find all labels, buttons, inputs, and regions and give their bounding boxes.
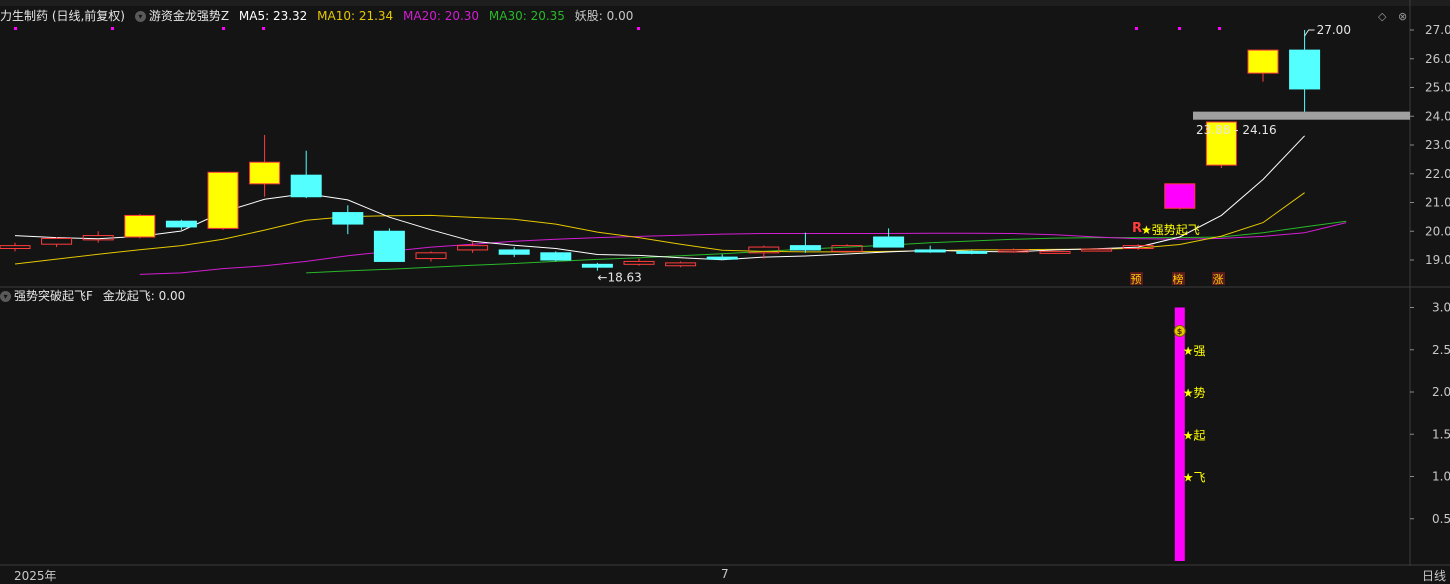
y-tick-label: 25.00 <box>1425 81 1450 95</box>
sub-y-tick-label: 0.5 <box>1432 512 1450 526</box>
marker-dot <box>1135 27 1138 30</box>
signal-text: ★强势起飞 <box>1141 223 1200 237</box>
candle-body <box>1081 248 1113 252</box>
sub-y-tick-label: 1.5 <box>1432 427 1450 441</box>
candle-body <box>1164 183 1196 209</box>
y-tick-label: 20.00 <box>1425 224 1450 238</box>
y-tick-label: 22.00 <box>1425 167 1450 181</box>
y-tick-label: 26.00 <box>1425 52 1450 66</box>
period-label: 日线 <box>1421 569 1446 583</box>
y-tick-label: 21.00 <box>1425 196 1450 210</box>
sub-y-tick-label: 3.0 <box>1432 301 1450 315</box>
sub-y-tick-label: 2.5 <box>1432 343 1450 357</box>
candle-body <box>457 245 489 251</box>
marker-dot <box>111 27 114 30</box>
y-tick-label: 23.00 <box>1425 138 1450 152</box>
marker-dot <box>14 27 17 30</box>
sub-star-label: ★强 <box>1183 344 1206 358</box>
sub-star-label: ★飞 <box>1183 471 1206 485</box>
y-tick-label: 24.00 <box>1425 109 1450 123</box>
candle-body <box>415 252 447 260</box>
y-tick-label: 19.00 <box>1425 253 1450 267</box>
marker-dot <box>1218 27 1221 30</box>
candle-body <box>665 262 697 267</box>
high-price-label: 27.00 <box>1317 23 1351 37</box>
tag-label: 涨 <box>1213 273 1224 286</box>
candle-body <box>789 245 821 251</box>
candle-body <box>581 263 613 268</box>
x-label-start: 2025年 <box>14 569 57 583</box>
candle-body <box>1289 49 1321 90</box>
money-bag-symbol: $ <box>1177 327 1183 336</box>
tag-label: 预 <box>1131 273 1142 286</box>
sub-star-label: ★起 <box>1183 428 1206 442</box>
range-bar <box>1193 111 1410 120</box>
candle-body <box>124 214 156 238</box>
candle-body <box>1039 250 1071 254</box>
x-label-mid: 7 <box>721 567 729 581</box>
candle-body <box>207 171 239 229</box>
candle-body <box>1247 49 1279 74</box>
candle-body <box>290 174 322 198</box>
candle-body <box>165 220 197 228</box>
candle-body <box>41 237 73 245</box>
candle-body <box>914 249 946 253</box>
sub-y-tick-label: 1.0 <box>1432 470 1450 484</box>
candle-body <box>249 161 281 185</box>
sub-star-label: ★势 <box>1183 386 1206 400</box>
kline-chart: 19.00 20.00 21.00 22.00 23.00 24.00 25.00 26.00… <box>0 0 1450 566</box>
candle-body <box>623 260 655 265</box>
tag-label: 榜 <box>1173 272 1184 286</box>
marker-dot <box>1178 27 1181 30</box>
candle-body <box>373 230 405 262</box>
marker-dot <box>222 27 225 30</box>
candle-body <box>540 252 572 261</box>
candle-body <box>873 236 905 248</box>
marker-dot <box>637 27 640 30</box>
range-label: 23.88 - 24.16 <box>1196 123 1277 137</box>
high-marker-line <box>1304 29 1315 37</box>
marker-dot <box>262 27 265 30</box>
candle-body <box>956 250 988 254</box>
y-tick-label: 27.00 <box>1425 23 1450 37</box>
candle-body <box>0 245 31 249</box>
candle-body <box>332 212 364 225</box>
candle-body <box>706 256 738 260</box>
low-price-label: ←18.63 <box>597 271 641 285</box>
candle-body <box>498 249 530 255</box>
sub-y-tick-label: 2.0 <box>1432 385 1450 399</box>
